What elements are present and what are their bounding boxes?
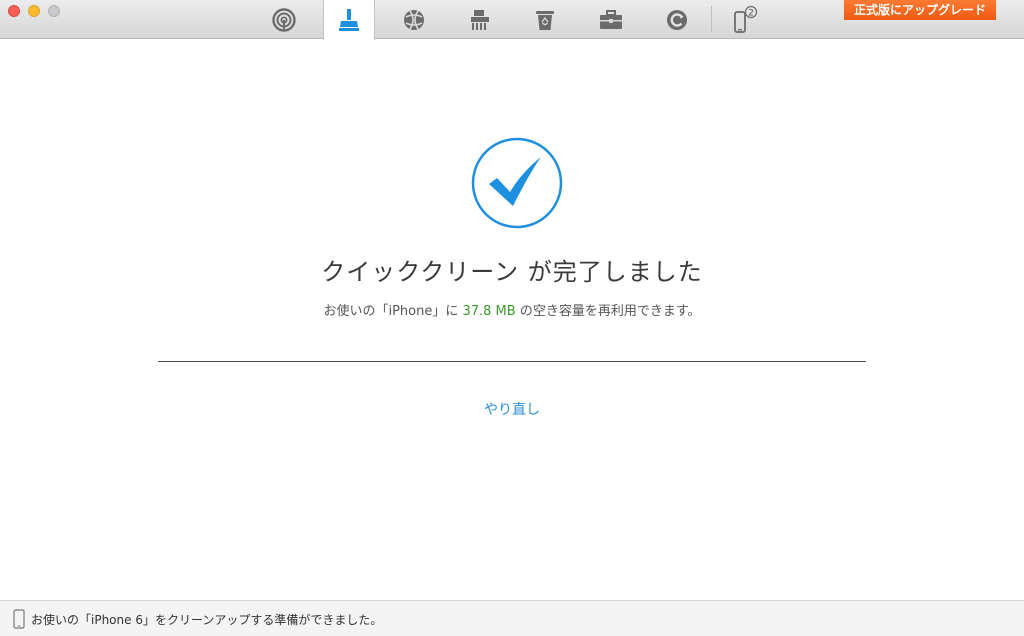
zoom-window-button[interactable]	[48, 5, 60, 17]
privacy-tool-button[interactable]	[258, 0, 310, 39]
broom-icon	[339, 9, 359, 31]
shredder-icon	[471, 9, 489, 30]
success-check-icon	[471, 137, 563, 229]
backup-icon	[667, 9, 687, 30]
phone-count-icon: 2	[734, 5, 758, 33]
toolbar: 2 正式版にアップグレード	[0, 0, 1024, 40]
app-window: 2 正式版にアップグレード クイッククリーン が完了しました お使いの「iPho…	[0, 0, 1024, 636]
minimize-window-button[interactable]	[28, 5, 40, 17]
retry-link[interactable]: やり直し	[462, 399, 562, 419]
quick-clean-tool-button[interactable]	[323, 0, 375, 40]
fingerprint-icon	[272, 7, 296, 32]
subtitle-prefix: お使いの「iPhone」に	[323, 304, 463, 319]
globe-icon	[404, 9, 424, 30]
completion-title: クイッククリーン が完了しました	[321, 258, 703, 286]
close-window-button[interactable]	[8, 5, 20, 17]
freed-space-amount: 37.8 MB	[462, 304, 516, 319]
iphone-icon	[13, 609, 25, 629]
deep-clean-tool-button[interactable]	[454, 0, 506, 39]
toolbar-separator	[711, 6, 712, 32]
status-bar: お使いの「iPhone 6」をクリーンアップする準備ができました。	[0, 600, 1024, 636]
devices-tool-button[interactable]: 2	[718, 0, 770, 39]
briefcase-icon	[600, 9, 622, 29]
status-message: お使いの「iPhone 6」をクリーンアップする準備ができました。	[31, 613, 383, 627]
device-count: 2	[748, 8, 754, 18]
trash-tool-button[interactable]	[519, 0, 571, 39]
upgrade-button[interactable]: 正式版にアップグレード	[844, 0, 996, 20]
completion-subtitle: お使いの「iPhone」に 37.8 MB の空き容量を再利用できます。	[0, 300, 1024, 319]
content-divider	[158, 361, 866, 362]
recycle-bin-icon	[536, 10, 554, 30]
backup-tool-button[interactable]	[651, 0, 703, 39]
toolbox-tool-button[interactable]	[585, 0, 637, 39]
subtitle-suffix: の空き容量を再利用できます。	[515, 304, 701, 319]
internet-clean-tool-button[interactable]	[388, 0, 440, 39]
